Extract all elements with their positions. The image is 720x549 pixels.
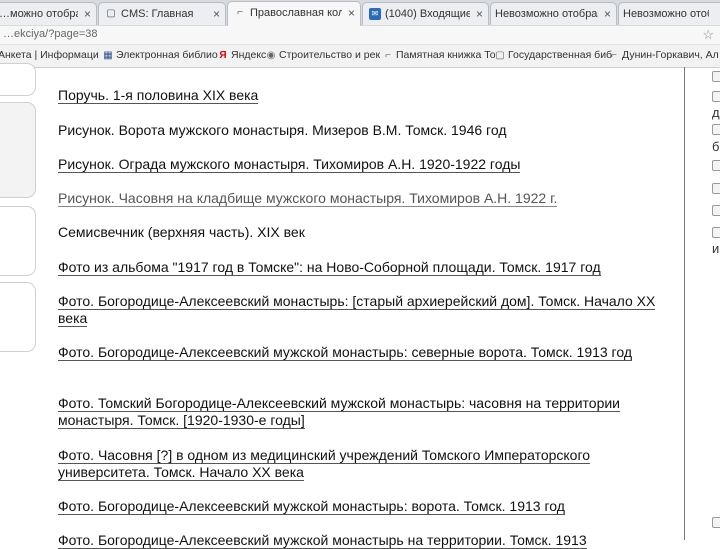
item-text: Рисунок. Ворота мужского монастыря. Мизе… xyxy=(58,122,507,138)
list-item: Фото. Богородице-Алексеевский мужской мо… xyxy=(58,532,670,549)
browser-tab-strip: …можно отобразит × ▢ CMS: Главная × ⌐ Пр… xyxy=(0,0,720,27)
bookmarks-bar: Анкета | Информаци ▦ Электронная библио Я… xyxy=(0,45,720,68)
filter-checkbox[interactable] xyxy=(712,124,720,135)
yandex-icon: Я xyxy=(219,50,227,61)
item-link[interactable]: Фото. Богородице-Алексеевский мужской мо… xyxy=(58,498,565,515)
item-link[interactable]: Фото. Томский Богородице-Алексеевский му… xyxy=(58,395,620,429)
bookmark-label: Электронная библио xyxy=(116,49,218,61)
filter-label: д xyxy=(712,105,720,120)
list-item: Семисвечник (верхняя часть). XIX век xyxy=(58,224,670,241)
sidebar-box[interactable] xyxy=(0,282,36,352)
filter-checkbox[interactable] xyxy=(712,227,720,238)
bookmark-1[interactable]: Анкета | Информаци xyxy=(0,49,99,61)
bookmark-label: Яндекс xyxy=(231,49,267,61)
item-text: Семисвечник (верхняя часть). XIX век xyxy=(58,224,305,240)
item-link[interactable]: Фото. Богородице-Алексеевский монастырь:… xyxy=(58,293,656,327)
list-item: Фото. Часовня [?] в одном из медицинский… xyxy=(58,447,668,481)
filter-label: б xyxy=(712,139,720,154)
bookmark-label: Строительство и рек xyxy=(279,49,381,61)
close-icon[interactable]: × xyxy=(213,7,220,21)
url-text[interactable]: …ekciya/?page=38 xyxy=(3,28,97,40)
list-item: Фото из альбома "1917 год в Томске": на … xyxy=(58,259,670,276)
library-icon: ▦ xyxy=(103,50,113,61)
list-item: Рисунок. Ограда мужского монастыря. Тихо… xyxy=(58,156,670,173)
right-filter-panel: д б и xyxy=(708,67,720,540)
bookmark-2[interactable]: ▦ Электронная библио xyxy=(103,49,218,61)
tab-6[interactable]: Невозможно отобраз xyxy=(618,2,720,25)
item-link[interactable]: Фото. Богородице-Алексеевский мужской мо… xyxy=(58,532,587,549)
left-sidebar xyxy=(0,63,36,540)
bookmark-7[interactable]: ⌐ Дунин-Горкавич, Ал xyxy=(609,49,719,61)
page-icon: ⌐ xyxy=(611,50,617,61)
tab-4[interactable]: ✉ (1040) Входящие - П × xyxy=(362,2,489,25)
page-icon: ▢ xyxy=(106,8,116,19)
bookmark-label: Государственная биб xyxy=(508,49,613,61)
list-item: Фото. Томский Богородице-Алексеевский му… xyxy=(58,395,658,429)
mail-icon: ✉ xyxy=(369,8,381,20)
page-icon: ⌐ xyxy=(385,50,391,61)
list-item: Рисунок. Часовня на кладбище мужского мо… xyxy=(58,190,670,207)
bookmark-3[interactable]: Я Яндекс xyxy=(218,49,266,61)
bookmark-label: Дунин-Горкавич, Ал xyxy=(622,49,719,61)
column-divider xyxy=(684,67,685,540)
item-link[interactable]: Фото. Часовня [?] в одном из медицинский… xyxy=(58,447,591,481)
item-link-visited[interactable]: Рисунок. Часовня на кладбище мужского мо… xyxy=(58,190,558,207)
filter-checkbox[interactable] xyxy=(712,205,720,216)
page-icon: ▢ xyxy=(495,50,505,61)
close-icon[interactable]: × xyxy=(348,6,355,20)
list-item: Фото. Богородице-Алексеевский мужской мо… xyxy=(58,344,658,361)
list-item: Фото. Богородице-Алексеевский монастырь:… xyxy=(58,293,658,327)
item-link[interactable]: Фото из альбома "1917 год в Томске": на … xyxy=(58,259,601,276)
filter-checkbox[interactable] xyxy=(712,517,720,528)
bookmark-label: Анкета | Информаци xyxy=(0,49,99,61)
bookmark-star-icon[interactable]: ☆ xyxy=(702,27,714,43)
sidebar-box[interactable] xyxy=(0,102,36,198)
filter-checkbox[interactable] xyxy=(712,183,720,194)
tab-3-title: Православная колл xyxy=(250,7,342,19)
bookmark-label: Памятная книжка То xyxy=(396,49,496,61)
filter-checkbox[interactable] xyxy=(712,71,720,82)
address-bar[interactable]: …ekciya/?page=38 ☆ xyxy=(0,26,720,45)
bookmark-4[interactable]: ◉ Строительство и рек xyxy=(266,49,380,61)
close-icon[interactable]: × xyxy=(84,7,91,21)
tab-2[interactable]: ▢ CMS: Главная × xyxy=(98,2,226,25)
filter-checkbox[interactable] xyxy=(712,91,720,102)
tab-6-title: Невозможно отобраз xyxy=(623,8,709,20)
tab-1-title: …можно отобразит xyxy=(0,8,78,20)
item-link[interactable]: Поручь. 1-я половина XIX века xyxy=(58,87,259,104)
tab-5-title: Невозможно отобраз xyxy=(495,8,598,20)
close-icon[interactable]: × xyxy=(476,7,483,21)
tab-5[interactable]: Невозможно отобраз × xyxy=(490,2,617,25)
filter-checkbox[interactable] xyxy=(712,160,720,171)
sidebar-box[interactable] xyxy=(0,63,36,96)
item-link[interactable]: Фото. Богородице-Алексеевский мужской мо… xyxy=(58,344,633,361)
item-link[interactable]: Рисунок. Ограда мужского монастыря. Тихо… xyxy=(58,156,521,173)
filter-label: и xyxy=(712,241,720,256)
tab-4-title: (1040) Входящие - П xyxy=(385,8,470,20)
bookmark-5[interactable]: ⌐ Памятная книжка То xyxy=(383,49,496,61)
list-item: Фото. Богородице-Алексеевский мужской мо… xyxy=(58,498,670,515)
tab-1[interactable]: …можно отобразит × xyxy=(0,2,97,25)
sidebar-box[interactable] xyxy=(0,206,36,276)
globe-icon: ◉ xyxy=(266,50,276,61)
close-icon[interactable]: × xyxy=(604,7,611,21)
page-icon: ⌐ xyxy=(237,7,243,18)
bookmark-6[interactable]: ▢ Государственная биб xyxy=(495,49,612,61)
tab-2-title: CMS: Главная xyxy=(121,8,194,20)
list-item: Поручь. 1-я половина XIX века xyxy=(58,87,670,104)
tab-3-active[interactable]: ⌐ Православная колл × xyxy=(227,1,361,26)
list-item: Рисунок. Ворота мужского монастыря. Мизе… xyxy=(58,122,670,139)
